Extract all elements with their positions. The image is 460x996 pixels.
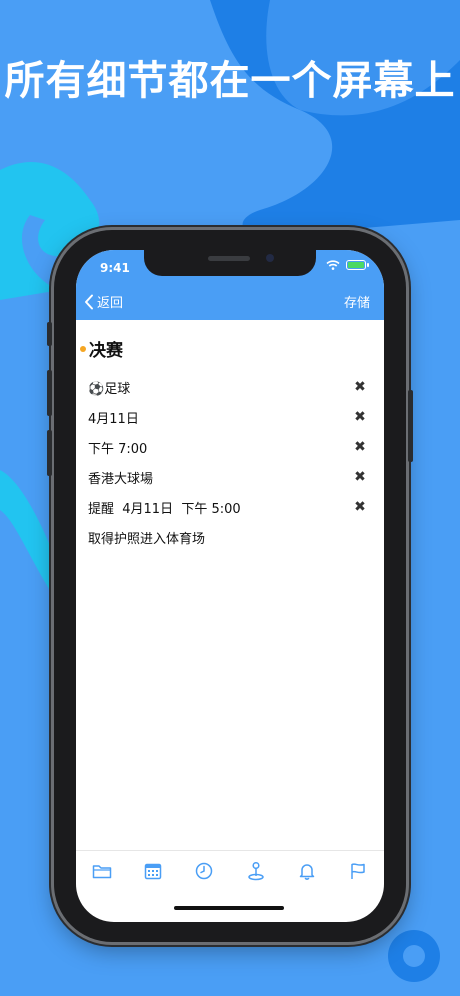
tab-calendar[interactable] — [141, 859, 165, 883]
battery-icon — [346, 260, 369, 270]
color-dot — [80, 345, 86, 352]
volume-down-button — [47, 430, 52, 476]
clear-icon[interactable]: ✖ — [352, 469, 368, 485]
back-label: 返回 — [97, 296, 124, 311]
clear-icon[interactable]: ✖ — [352, 439, 368, 455]
tab-bar — [76, 850, 384, 891]
tab-folder[interactable] — [90, 859, 114, 883]
calendar-icon — [144, 863, 162, 880]
home-indicator[interactable] — [174, 906, 284, 910]
headline: 所有细节都在一个屏幕上 — [4, 58, 456, 104]
clock-icon — [196, 862, 213, 880]
status-time: 9:41 — [100, 261, 130, 275]
silent-switch — [47, 322, 52, 346]
field-text-time: 下午 7:00 — [88, 441, 148, 457]
location-pin-icon — [247, 861, 264, 881]
phone-screen: 9:41 返回 存储 决赛 ⚽足球 ✖ 4月11日 ✖ 下午 7:00 ✖ 香港… — [76, 250, 384, 922]
tab-flag[interactable] — [346, 859, 370, 883]
status-icons — [326, 260, 369, 270]
phone-frame: 9:41 返回 存储 决赛 ⚽足球 ✖ 4月11日 ✖ 下午 7:00 ✖ 香港… — [47, 230, 413, 942]
field-row-category[interactable]: ⚽足球 ✖ — [88, 372, 368, 402]
power-button — [408, 390, 413, 462]
field-row-note[interactable]: 取得护照进入体育场 — [88, 522, 368, 552]
field-text-date: 4月11日 — [88, 411, 139, 427]
save-button[interactable]: 存储 — [344, 292, 370, 311]
clear-icon[interactable]: ✖ — [352, 499, 368, 515]
clear-icon[interactable]: ✖ — [352, 379, 368, 395]
field-row-reminder[interactable]: 提醒 4月11日 下午 5:00 ✖ — [88, 492, 368, 522]
front-camera — [266, 254, 274, 262]
back-button[interactable]: 返回 — [84, 292, 123, 311]
speaker — [208, 256, 250, 261]
field-row-time[interactable]: 下午 7:00 ✖ — [88, 432, 368, 462]
field-text-location: 香港大球場 — [88, 471, 154, 487]
navigation-bar: 9:41 返回 存储 — [76, 250, 384, 320]
clear-icon[interactable]: ✖ — [352, 409, 368, 425]
flag-icon — [351, 863, 366, 879]
soccer-ball-icon: ⚽ — [88, 381, 105, 397]
chevron-left-icon — [85, 294, 93, 309]
bell-icon — [299, 864, 315, 880]
field-row-date[interactable]: 4月11日 ✖ — [88, 402, 368, 432]
folder-icon — [92, 865, 111, 879]
tab-location[interactable] — [244, 859, 268, 883]
notch — [144, 250, 316, 276]
wifi-icon — [326, 260, 340, 270]
tab-clock[interactable] — [192, 859, 216, 883]
event-title-row[interactable]: 决赛 — [80, 336, 123, 361]
field-text-note: 取得护照进入体育场 — [88, 531, 206, 547]
field-row-location[interactable]: 香港大球場 ✖ — [88, 462, 368, 492]
event-title: 决赛 — [89, 341, 123, 361]
field-text-category: 足球 — [104, 381, 131, 397]
tab-reminders[interactable] — [295, 859, 319, 883]
volume-up-button — [47, 370, 52, 416]
field-text-reminder: 提醒 4月11日 下午 5:00 — [88, 501, 241, 517]
